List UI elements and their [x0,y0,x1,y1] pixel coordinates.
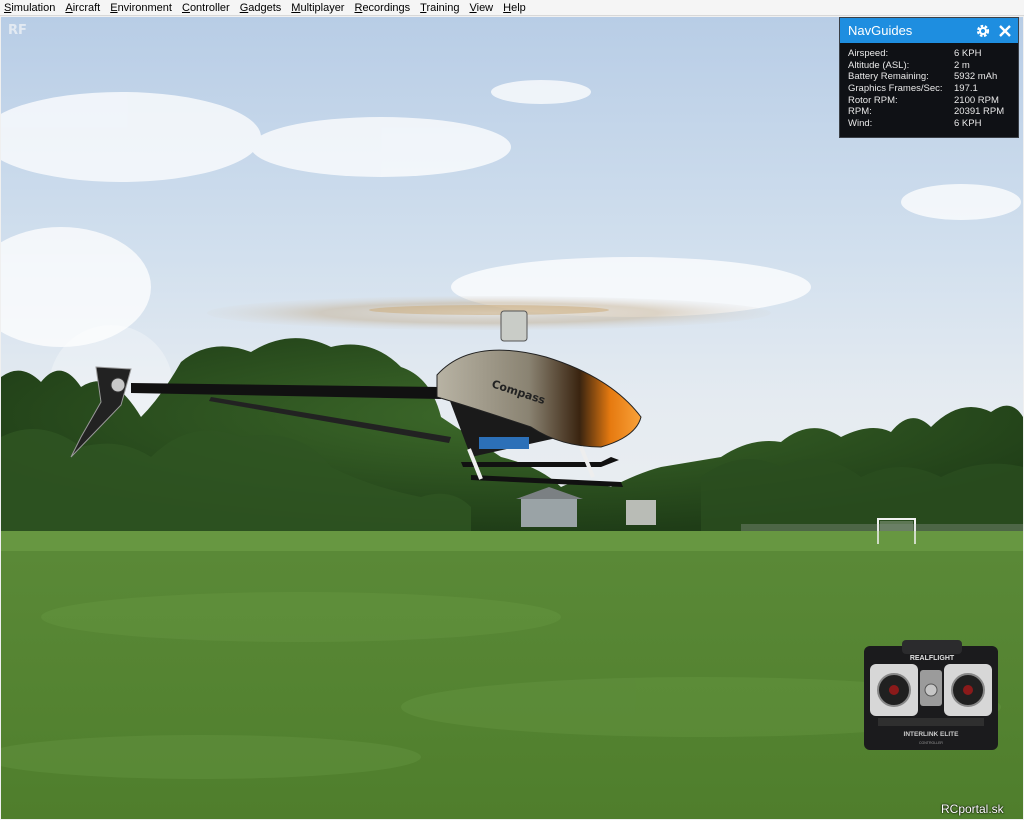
telemetry-value: 2 m [954,59,970,71]
menu-label: adgets [248,1,282,14]
telemetry-value: 2100 RPM [954,94,999,106]
telemetry-row: Altitude (ASL): 2 m [848,60,1018,72]
telemetry-label: Graphics Frames/Sec: [848,83,943,95]
menu-label: iew [476,1,494,14]
app-logo-icon: RF [8,23,27,38]
telemetry-label: RPM: [848,106,872,118]
telemetry-label: Wind: [848,118,873,130]
transmitter-brand: REALFLIGHT [910,655,955,662]
menu-item-recordings[interactable]: Recordings [354,2,410,14]
navguides-title: NavGuides [848,23,913,38]
menu-item-environment[interactable]: Environment [110,2,172,14]
menu-bar: Simulation Aircraft Environment Controller G… [0,0,1024,16]
menu-item-controller[interactable]: Controller [182,2,230,14]
telemetry-row: RPM: 20391 RPM [848,106,1018,118]
transmitter-model: INTERLINK ELITE [904,731,960,738]
menu-label: raining [426,1,460,14]
menu-label: elp [511,1,526,14]
menu-item-gadgets[interactable]: Gadgets [240,2,282,14]
telemetry-value: 197.1 [954,83,978,95]
menu-item-view[interactable]: View [469,2,493,14]
menu-item-help[interactable]: Help [503,2,526,14]
menu-accelerator: A [65,1,73,14]
telemetry-value: 20391 RPM [954,106,1005,118]
telemetry-value: 6 KPH [954,48,982,59]
menu-accelerator: H [503,1,512,14]
menu-label: ecordings [362,1,411,14]
close-icon[interactable] [996,22,1014,40]
telemetry-row: Rotor RPM: 2100 RPM [848,95,1018,107]
menu-item-training[interactable]: Training [420,2,459,14]
telemetry-label: Battery Remaining: [848,71,929,83]
menu-accelerator: G [239,1,249,14]
menu-label: ontroller [189,1,230,14]
telemetry-row: Wind: 6 KPH [848,118,1018,130]
telemetry-label: Altitude (ASL): [848,59,910,71]
transmitter-controller: REALFLIGHT INTERLINK ELITE CONTROLLER [864,640,998,750]
transmitter-model-sub: CONTROLLER [919,741,943,745]
menu-accelerator: C [181,1,190,14]
menu-label: ultiplayer [300,1,345,14]
menu-item-simulation[interactable]: Simulation [4,2,55,14]
telemetry-row: Graphics Frames/Sec: 197.1 [848,83,1018,95]
gear-icon[interactable] [974,22,992,40]
watermark: RCportal.sk [941,802,1004,816]
menu-label: nvironment [117,1,172,14]
telemetry-value: 5932 mAh [954,71,998,83]
navguides-header[interactable]: NavGuides [840,18,1018,43]
navguides-panel: NavGuides Airspeed: 6 KPH Altitude (ASL): 2… [839,17,1019,138]
menu-accelerator: V [469,1,477,14]
telemetry-label: Rotor RPM: [848,94,898,106]
menu-accelerator: E [110,1,118,14]
menu-item-aircraft[interactable]: Aircraft [65,2,100,14]
telemetry-list: Airspeed: 6 KPH Altitude (ASL): 2 m Battery … [840,43,1018,130]
menu-item-multiplayer[interactable]: Multiplayer [291,2,344,14]
menu-label: ircraft [72,1,101,14]
menu-label: imulation [11,1,56,14]
telemetry-row: Battery Remaining: 5932 mAh [848,71,1018,83]
telemetry-value: 6 KPH [954,118,982,130]
telemetry-row: Airspeed: 6 KPH [848,48,1018,60]
telemetry-label: Airspeed: [848,48,889,59]
